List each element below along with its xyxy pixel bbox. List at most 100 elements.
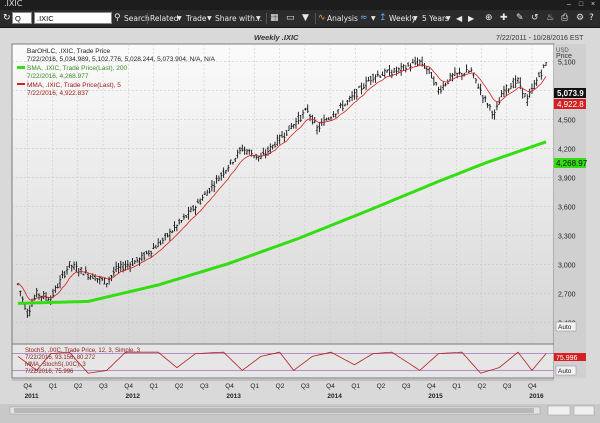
quarter-label: Q4 xyxy=(225,383,234,390)
quarter-label: Q1 xyxy=(452,383,461,390)
quarter-label: Q2 xyxy=(377,383,386,390)
legend-sma-values: 7/22/2016, 4,268.977 xyxy=(27,73,89,80)
quarter-label: Q3 xyxy=(301,383,310,390)
draw-icon[interactable]: ✎ xyxy=(516,12,524,25)
toolbar-separator xyxy=(315,13,316,24)
price-tick-label: 3,600 xyxy=(558,205,576,212)
search-button[interactable]: Search xyxy=(124,12,150,25)
legend-sma: SMA, .IXIC, Trade Price(Last), 200 xyxy=(27,65,127,72)
quarter-label: Q1 xyxy=(150,383,159,390)
quarter-label: Q3 xyxy=(402,383,411,390)
trade-menu[interactable]: Trade xyxy=(186,12,207,25)
help-icon[interactable]: ? xyxy=(589,12,594,25)
folder-icon[interactable]: ▭ xyxy=(286,12,295,25)
print-icon[interactable]: ⎙ xyxy=(561,12,568,25)
year-label: 2014 xyxy=(327,393,342,400)
price-tag: 5,073.9 xyxy=(557,89,584,98)
chevron-down-icon: ▼ xyxy=(413,15,418,22)
year-label: 2011 xyxy=(25,393,39,400)
stoch-tag: 75.996 xyxy=(556,355,578,362)
quarter-label: Q3 xyxy=(99,383,108,390)
alert-icon[interactable]: ♨ xyxy=(546,12,554,25)
price-tick-label: 4,500 xyxy=(558,117,576,124)
grid-icon[interactable]: ▦ xyxy=(270,12,279,25)
chevron-down-icon: ▼ xyxy=(371,15,376,22)
quarter-label: Q2 xyxy=(175,383,184,390)
price-axis-label: Price xyxy=(556,53,572,60)
symbol-prefix-select[interactable]: Q xyxy=(12,12,32,24)
quarter-label: Q3 xyxy=(503,383,512,390)
chart-window: 5,1004,8004,5004,2003,9003,6003,3003,000… xyxy=(0,28,600,418)
quarter-label: Q4 xyxy=(528,383,537,390)
stoch-legend: StochS, .IXIC, Trade Price, 12, 3, Simpl… xyxy=(25,348,141,354)
chart-svg[interactable]: 5,1004,8004,5004,2003,9003,6003,3003,000… xyxy=(0,28,600,418)
quarter-label: Q2 xyxy=(478,383,487,390)
zoom-buttons[interactable] xyxy=(547,405,571,416)
zoom-icon[interactable]: ⊕ xyxy=(485,12,493,25)
window-title: .IXIC xyxy=(4,0,23,8)
quarter-label: Q1 xyxy=(49,383,58,390)
price-tick-label: 2,700 xyxy=(558,292,576,299)
search-icon[interactable]: ⚲ xyxy=(114,12,121,25)
zoom-out-button[interactable] xyxy=(573,405,595,416)
sma-tag: 4,268.97 xyxy=(556,159,588,168)
legend-bar-values: 7/22/2016, 5,034.989, 5,102.776, 5,028.2… xyxy=(27,56,216,63)
window-titlebar: .IXIC – □ × xyxy=(0,0,600,10)
year-label: 2015 xyxy=(428,393,443,400)
price-tick-label: 5,100 xyxy=(558,59,576,66)
toolbar-separator xyxy=(147,13,148,24)
toolbar-separator xyxy=(266,13,267,24)
scrollbar-thumb[interactable] xyxy=(14,408,534,413)
legend-mma-values: 7/22/2016, 4,922.837 xyxy=(27,90,89,97)
chevron-down-icon: ▼ xyxy=(177,15,182,22)
back-icon[interactable]: ◀ xyxy=(456,12,462,25)
chevron-down-icon: ▼ xyxy=(207,15,212,22)
maximize-icon[interactable]: □ xyxy=(577,1,585,8)
time-axis-ticks: Q4 Q1 Q2 Q3 Q4 Q1 Q2 Q3 Q4 Q1 Q2 Q3 Q4 Q1 Q2 Q3 Q4 Q1 Q2 Q3… xyxy=(12,379,554,400)
close-icon[interactable]: × xyxy=(589,1,597,8)
stoch-auto-label: Auto xyxy=(558,368,572,375)
quarter-label: Q4 xyxy=(23,383,32,390)
legend-mma: MMA, .IXIC, Trade Price(Last), 5 xyxy=(27,82,121,89)
related-menu[interactable]: Related xyxy=(150,12,178,25)
stoch-mma-legend: MMA, StochS(.IXIC), 3 xyxy=(25,362,86,368)
chevron-down-icon: ▼ xyxy=(446,15,451,22)
stoch-legend-values: 7/22/2016, 93.156, 80.272 xyxy=(25,355,96,361)
symbol-input[interactable]: .IXIC xyxy=(34,12,112,24)
legend-bar: BarOHLC, .IXIC, Trade Price xyxy=(27,48,110,55)
pin-icon[interactable]: ▼ xyxy=(302,12,309,25)
legend-sma-swatch xyxy=(17,66,25,69)
price-tick-label: 4,200 xyxy=(558,147,576,154)
quarter-label: Q3 xyxy=(200,383,209,390)
refresh-icon[interactable]: ↻ xyxy=(3,12,11,25)
quarter-label: Q2 xyxy=(276,383,285,390)
price-tick-label: 3,300 xyxy=(558,234,576,241)
year-label: 2013 xyxy=(226,393,241,400)
refresh-chart-icon[interactable]: ↺ xyxy=(531,12,539,25)
minimize-icon[interactable]: – xyxy=(565,1,573,8)
year-label: 2012 xyxy=(126,393,141,400)
range-select[interactable]: 5 Years xyxy=(422,12,449,25)
usd-label: USD xyxy=(556,48,569,54)
analysis-menu[interactable]: Analysis xyxy=(327,12,358,25)
stoch-mma-legend-values: 7/22/2016, 75.996 xyxy=(25,369,74,375)
mma-tag: 4,922.8 xyxy=(557,100,584,109)
auto-scale-label: Auto xyxy=(558,324,572,331)
quarter-label: Q4 xyxy=(124,383,133,390)
quarter-label: Q2 xyxy=(74,383,83,390)
analysis-icon: ∿ xyxy=(318,13,326,23)
chevron-down-icon: ▼ xyxy=(256,15,261,22)
price-tick-label: 3,000 xyxy=(558,263,576,270)
chart-title: Weekly .IXIC xyxy=(254,33,299,42)
crosshair-icon[interactable]: ✚ xyxy=(500,12,508,25)
waves-icon[interactable]: ≈ xyxy=(360,12,368,25)
forward-icon[interactable]: ▶ xyxy=(468,12,474,25)
year-label: 2016 xyxy=(529,393,544,400)
quarter-label: Q1 xyxy=(351,383,360,390)
line-chart-icon[interactable]: ↥ xyxy=(379,12,387,25)
toolbar: ↻ Q .IXIC ⚲ Search Related ▼ Trade ▼ Sha… xyxy=(0,10,600,28)
date-range: 7/22/2011 - 10/28/2016 EST xyxy=(496,35,584,42)
settings-icon[interactable]: ⚙ xyxy=(576,12,584,25)
quarter-label: Q1 xyxy=(250,383,259,390)
quarter-label: Q4 xyxy=(326,383,335,390)
